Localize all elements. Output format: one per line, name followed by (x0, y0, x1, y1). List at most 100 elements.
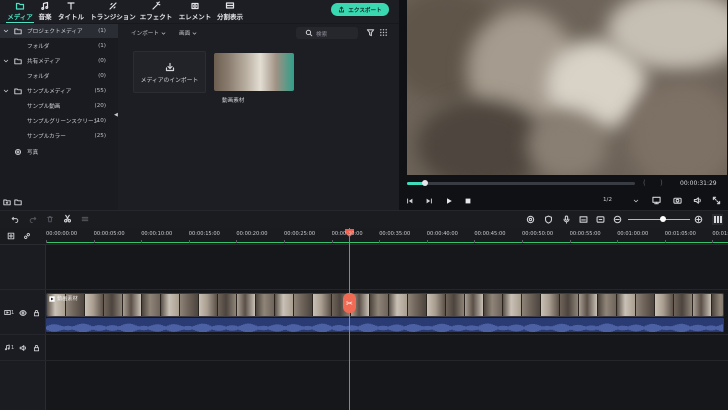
play-icon[interactable] (445, 197, 453, 205)
import-dropdown[interactable]: インポート (128, 27, 169, 39)
fullscreen-icon[interactable] (712, 196, 721, 205)
filmstrip-frame (541, 294, 560, 316)
zoom-slider-handle[interactable] (660, 216, 666, 222)
filmstrip-frame (294, 294, 313, 316)
export-button[interactable]: エクスポート (331, 3, 389, 16)
render-status-bar (46, 242, 728, 243)
filter-icon[interactable] (366, 28, 375, 37)
tab-titles[interactable]: タイトル (52, 1, 90, 21)
display-icon[interactable] (652, 196, 661, 205)
view-dropdown[interactable]: 画面 (176, 27, 200, 39)
split-marker-scissors-icon[interactable]: ✂ (343, 293, 356, 313)
filmstrip-frame (522, 294, 541, 316)
filmstrip-frame (446, 294, 465, 316)
zoom-in-icon[interactable] (694, 215, 703, 224)
ruler-tick-label: 00:00:25:00 (284, 231, 316, 237)
filmstrip-frame (218, 294, 237, 316)
tree-item-folder[interactable]: フォルダ (1) (0, 39, 118, 53)
tree-item-count: (0) (98, 58, 106, 64)
ruler-tick-mark (141, 240, 143, 243)
tree-item-sample-video[interactable]: サンプル動画 (20) (0, 99, 118, 113)
search-input[interactable]: 検索 (296, 27, 358, 39)
ruler-tick-label: 00:00:55:00 (569, 231, 601, 237)
tree-item-project-media[interactable]: プロジェクトメディア (1) (0, 24, 118, 38)
tree-item-folder[interactable]: フォルダ (0) (0, 69, 118, 83)
previous-frame-icon[interactable] (406, 197, 414, 205)
tab-effects[interactable]: エフェクト (136, 1, 176, 21)
ruler-tick-mark (236, 240, 238, 243)
tree-item-shared-media[interactable]: 共有メディア (0) (0, 54, 118, 68)
tab-titles-label: タイトル (58, 13, 84, 21)
ruler-tick-label: 00:01:00:00 (617, 231, 649, 237)
import-media-card[interactable]: メディアのインポート (133, 51, 206, 93)
video-clip-icon (49, 295, 55, 302)
music-icon (41, 1, 49, 10)
tree-item-sample-media[interactable]: サンプルメディア (55) (0, 84, 118, 98)
lock-icon[interactable] (33, 344, 40, 352)
media-tree: プロジェクトメディア (1) フォルダ (1) 共有メディア (0) フォルダ … (0, 24, 118, 210)
lock-icon[interactable] (33, 309, 40, 317)
tree-item-count: (1) (98, 43, 106, 49)
audio-waveform[interactable] (46, 318, 724, 332)
undo-icon[interactable] (11, 215, 19, 223)
layout-icon[interactable] (712, 214, 723, 225)
preview-progress-track[interactable] (407, 182, 635, 185)
stop-icon[interactable] (464, 197, 472, 205)
subtitle-icon[interactable] (579, 215, 588, 224)
ruler-tick-label: 00:01:10:00 (712, 231, 728, 237)
camera-icon[interactable] (673, 196, 682, 205)
tab-split-screen-label: 分割表示 (217, 13, 243, 21)
tree-item-photos[interactable]: 写真 (0, 145, 118, 159)
zoom-out-icon[interactable] (613, 215, 622, 224)
import-dropdown-label: インポート (131, 31, 159, 37)
scissors-icon[interactable] (63, 214, 72, 223)
new-folder-icon[interactable] (3, 198, 11, 206)
shield-icon[interactable] (544, 215, 553, 224)
filmstrip-frame (237, 294, 256, 316)
ruler-tick-mark (331, 240, 333, 243)
grid-view-icon[interactable] (379, 28, 388, 37)
tree-item-sample-color[interactable]: サンプルカラー (25) (0, 129, 118, 143)
ruler-tick-label: 00:00:05:00 (93, 231, 125, 237)
redo-icon[interactable] (29, 215, 37, 223)
next-frame-icon[interactable] (425, 197, 433, 205)
mark-out-bracket-icon[interactable]: ) (660, 179, 663, 187)
add-track-icon[interactable] (7, 232, 15, 240)
ruler-tick-label: 00:00:10:00 (141, 231, 173, 237)
render-icon[interactable] (526, 215, 535, 224)
tab-split-screen[interactable]: 分割表示 (212, 1, 248, 21)
playhead-line[interactable] (349, 228, 350, 410)
link-icon[interactable] (23, 232, 31, 240)
timeline-video-clip[interactable] (46, 293, 724, 317)
tree-item-count: (25) (94, 133, 106, 139)
delete-icon[interactable] (46, 215, 54, 223)
tab-transitions-label: トランジション (90, 13, 136, 21)
tab-elements[interactable]: エレメント (174, 1, 216, 21)
filmstrip-frame (180, 294, 199, 316)
playback-quality-dropdown[interactable]: 1/2 (603, 196, 643, 206)
ruler-tick-label: 00:01:05:00 (664, 231, 696, 237)
ruler-tick-mark (474, 240, 476, 243)
filmstrip-frame (313, 294, 332, 316)
volume-icon[interactable] (693, 196, 702, 205)
import-icon (165, 62, 174, 72)
chevron-down-icon (633, 199, 639, 203)
zoom-slider-track[interactable] (628, 219, 690, 220)
filmstrip-frame (123, 294, 142, 316)
media-clip-thumbnail[interactable] (214, 53, 294, 91)
speaker-icon[interactable] (19, 344, 27, 352)
folder-icon[interactable] (14, 198, 22, 206)
preview-timecode: 00:00:31:29 (680, 180, 717, 187)
microphone-icon[interactable] (562, 215, 571, 224)
adjust-icon[interactable] (81, 215, 89, 223)
mark-in-bracket-icon[interactable]: ( (643, 179, 646, 187)
tab-transitions[interactable]: トランジション (88, 1, 138, 21)
tree-item-label: プロジェクトメディア (27, 29, 83, 35)
tree-item-sample-green-screen[interactable]: サンプルグリーンスクリーン (10) (0, 114, 118, 128)
snapshot-icon[interactable] (596, 215, 605, 224)
ruler-tick-mark (664, 240, 666, 243)
eye-icon[interactable] (19, 309, 27, 317)
filmstrip-frame (142, 294, 161, 316)
filmstrip-frame (693, 294, 712, 316)
title-icon (67, 2, 75, 10)
